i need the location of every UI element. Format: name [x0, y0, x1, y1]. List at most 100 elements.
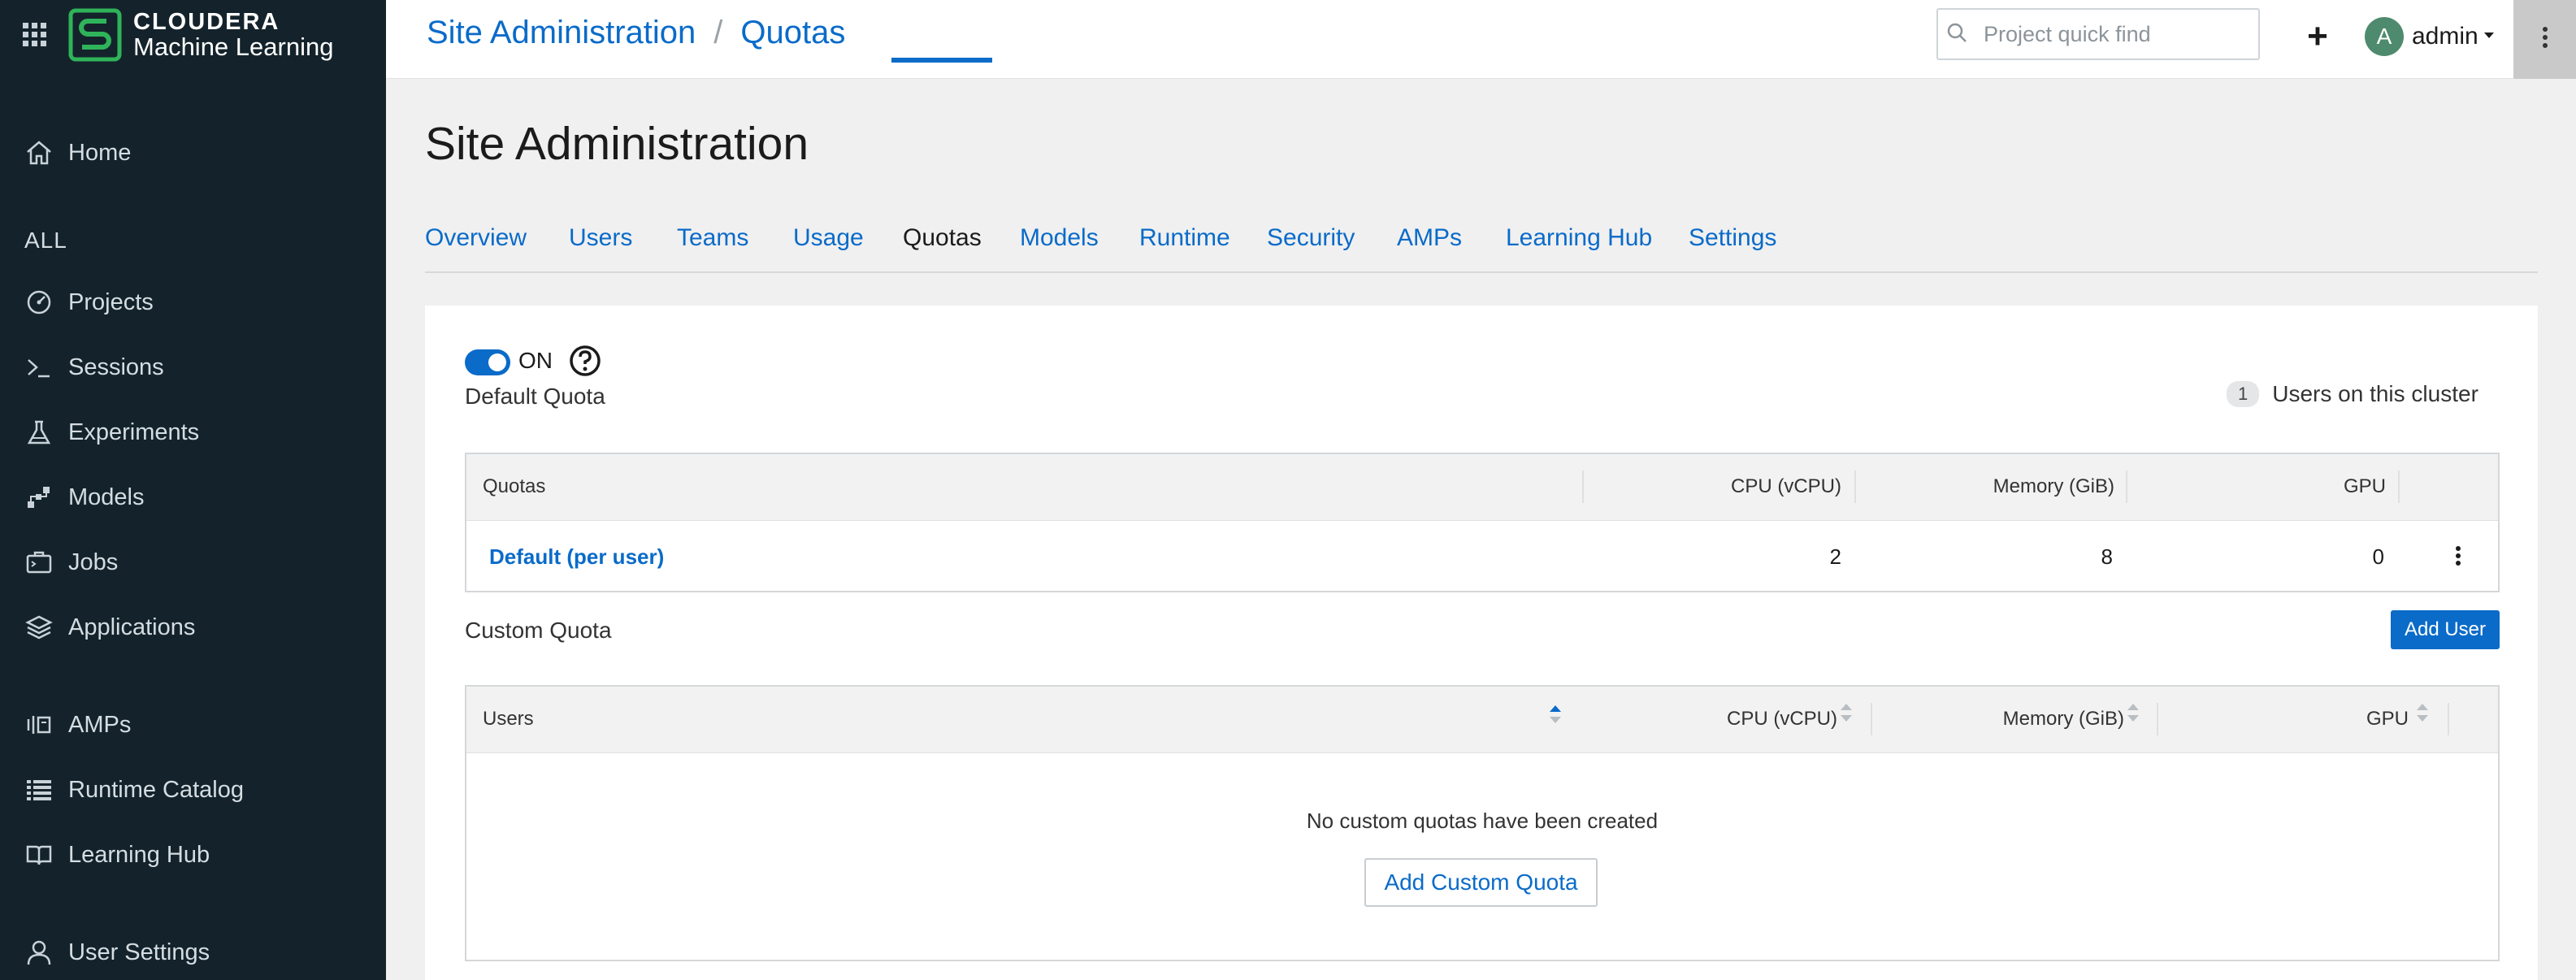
user-menu[interactable]: A admin [2365, 16, 2495, 57]
cloudera-logo-icon[interactable] [68, 8, 122, 62]
sidebar-item-learning-hub[interactable]: Learning Hub [23, 832, 210, 878]
sidebar-item-amps[interactable]: AMPs [23, 702, 131, 748]
tab-usage[interactable]: Usage [793, 224, 864, 252]
users-count-badge: 1 [2227, 381, 2260, 407]
sidebar-item-label: Applications [68, 614, 196, 640]
user-icon [23, 936, 55, 969]
default-quota-title: Default Quota [465, 384, 605, 409]
cpu-value: 2 [1829, 544, 1841, 569]
sidebar-item-label: Projects [68, 288, 154, 315]
breadcrumb-separator: / [713, 15, 723, 50]
column-header-quotas: Quotas [483, 475, 546, 497]
brand-top: CLOUDERA [133, 8, 280, 35]
avatar: A [2365, 17, 2404, 56]
column-divider [2157, 703, 2158, 735]
jobs-icon [23, 546, 55, 579]
active-tab-indicator [891, 58, 992, 63]
brand-text: CLOUDERA Machine Learning [133, 8, 334, 61]
sidebar-section-label: ALL [24, 228, 67, 253]
sidebar-item-models[interactable]: Models [23, 475, 145, 520]
table-header: Quotas CPU (vCPU) Memory (GiB) GPU [466, 454, 2498, 521]
brand: CLOUDERA Machine Learning [23, 7, 333, 63]
column-header-gpu: GPU [2343, 475, 2386, 497]
sidebar-item-label: Experiments [68, 418, 200, 445]
memory-value: 8 [2101, 544, 2113, 569]
column-divider [2448, 703, 2449, 735]
toggle-knob [488, 353, 506, 371]
breadcrumb: Site Administration / Quotas [427, 15, 845, 51]
users-count-label: Users on this cluster [2272, 381, 2478, 406]
tab-overview[interactable]: Overview [425, 224, 527, 252]
sidebar-item-projects[interactable]: Projects [23, 280, 154, 325]
tab-models[interactable]: Models [1020, 224, 1099, 252]
create-new-button[interactable]: + [2297, 16, 2338, 57]
sort-icon[interactable] [2414, 701, 2431, 726]
caret-down-icon [2483, 29, 2495, 44]
toggle-label: ON [518, 348, 553, 373]
help-icon[interactable] [569, 345, 601, 377]
sort-icon[interactable] [1838, 701, 1854, 726]
list-icon [23, 774, 55, 806]
quota-toggle[interactable] [465, 349, 510, 375]
add-custom-quota-button[interactable]: Add Custom Quota [1364, 858, 1598, 907]
row-actions-kebab-icon[interactable] [2455, 545, 2461, 572]
sidebar: CLOUDERA Machine Learning Home ALL Proje… [0, 0, 386, 980]
sidebar-item-user-settings[interactable]: User Settings [23, 930, 210, 975]
project-quick-find[interactable] [1936, 8, 2260, 60]
tab-runtime[interactable]: Runtime [1139, 224, 1230, 252]
column-divider [1854, 470, 1856, 503]
sidebar-item-label: AMPs [68, 711, 132, 738]
breadcrumb-site-administration[interactable]: Site Administration [427, 15, 696, 51]
sidebar-item-runtime-catalog[interactable]: Runtime Catalog [23, 767, 244, 813]
sidebar-item-applications[interactable]: Applications [23, 605, 195, 650]
tab-learning-hub[interactable]: Learning Hub [1506, 224, 1652, 252]
search-input[interactable] [1982, 20, 2250, 48]
admin-tabs: Overview Users Teams Usage Quotas Models… [425, 210, 2538, 273]
sidebar-item-label: Runtime Catalog [68, 776, 244, 803]
sidebar-item-label: User Settings [68, 939, 210, 965]
sidebar-item-label: Jobs [68, 549, 119, 575]
default-quota-table: Quotas CPU (vCPU) Memory (GiB) GPU Defau… [465, 453, 2500, 592]
empty-state-message: No custom quotas have been created [1306, 809, 1659, 833]
search-icon [1946, 22, 1967, 47]
tab-quotas[interactable]: Quotas [903, 224, 982, 252]
tab-users[interactable]: Users [569, 224, 632, 252]
book-icon [23, 839, 55, 871]
home-icon [23, 137, 55, 169]
kebab-icon [2542, 26, 2548, 53]
column-divider [1582, 470, 1584, 503]
app-grid-icon[interactable] [23, 23, 47, 47]
sidebar-item-label: Sessions [68, 353, 164, 380]
column-header-users: Users [483, 708, 534, 730]
flask-icon [23, 416, 55, 449]
tab-settings[interactable]: Settings [1689, 224, 1776, 252]
gauge-icon [23, 286, 55, 319]
page-title: Site Administration [425, 118, 809, 170]
models-icon [23, 481, 55, 514]
users-on-cluster: 1 Users on this cluster [2227, 381, 2478, 407]
default-quota-link[interactable]: Default (per user) [489, 544, 664, 570]
breadcrumb-quotas[interactable]: Quotas [740, 15, 845, 51]
column-header-cpu: CPU (vCPU) [1727, 708, 1837, 730]
tab-security[interactable]: Security [1267, 224, 1355, 252]
brand-bottom: Machine Learning [133, 32, 334, 61]
sidebar-item-sessions[interactable]: Sessions [23, 345, 164, 390]
column-divider [1871, 703, 1872, 735]
add-user-button[interactable]: Add User [2391, 610, 2500, 649]
user-name: admin [2412, 23, 2478, 50]
column-divider [2126, 470, 2127, 503]
terminal-icon [23, 351, 55, 384]
sort-asc-icon[interactable] [1547, 703, 1563, 727]
top-bar: Site Administration / Quotas + A admin [386, 0, 2576, 79]
sidebar-item-label: Learning Hub [68, 841, 210, 868]
gpu-value: 0 [2372, 544, 2384, 569]
more-menu-button[interactable] [2513, 0, 2576, 79]
table-header: Users CPU (vCPU) Memory (GiB) GPU [466, 687, 2498, 753]
sidebar-item-experiments[interactable]: Experiments [23, 410, 199, 455]
sidebar-item-home[interactable]: Home [23, 130, 131, 176]
sidebar-item-label: Models [68, 483, 145, 510]
sidebar-item-jobs[interactable]: Jobs [23, 540, 118, 585]
sort-icon[interactable] [2125, 701, 2141, 726]
tab-amps[interactable]: AMPs [1397, 224, 1462, 252]
tab-teams[interactable]: Teams [677, 224, 748, 252]
